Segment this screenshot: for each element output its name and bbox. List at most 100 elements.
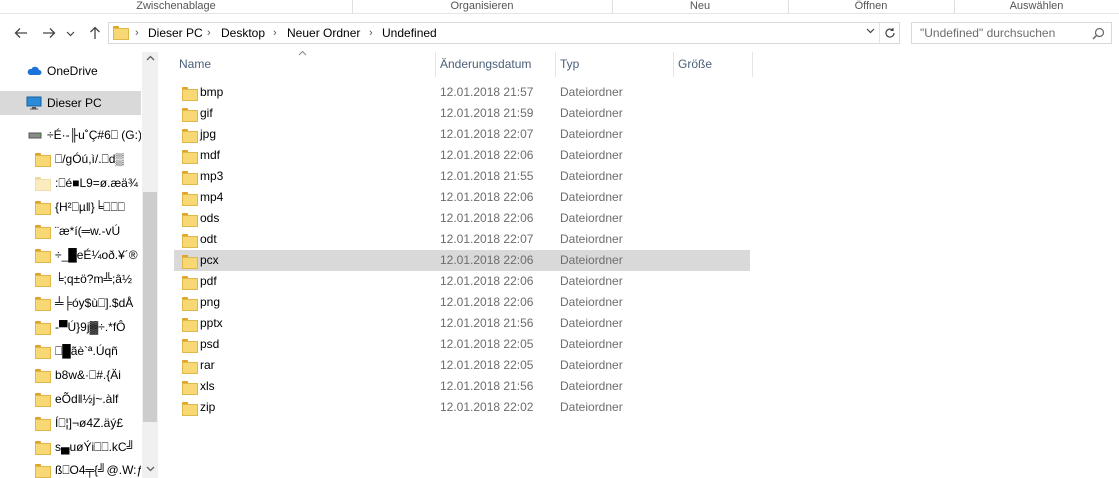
file-row[interactable]: zip 12.01.2018 22:02 Dateiordner [174, 397, 750, 418]
file-name: psd [200, 337, 220, 351]
breadcrumb-separator-icon[interactable]: › [135, 23, 139, 43]
folder-icon [35, 273, 51, 287]
folder-icon [182, 213, 198, 227]
file-row[interactable]: pdf 12.01.2018 22:06 Dateiordner [174, 271, 750, 292]
sidebar-item-folder[interactable]: ß⎕O4╤{╝@.W:ƒ [0, 458, 141, 478]
file-row[interactable]: png 12.01.2018 22:06 Dateiordner [174, 292, 750, 313]
back-button[interactable] [12, 24, 30, 42]
file-row[interactable]: rar 12.01.2018 22:05 Dateiordner [174, 355, 750, 376]
file-row[interactable]: gif 12.01.2018 21:59 Dateiordner [174, 103, 750, 124]
file-type: Dateiordner [560, 106, 623, 120]
folder-icon [182, 171, 198, 185]
sidebar-item-folder[interactable]: ÷_█eÉ¼oð.¥´® [0, 243, 141, 267]
file-date: 12.01.2018 22:05 [440, 337, 534, 351]
sidebar-item-drive-g[interactable]: ÷É·-╟u˚Ç#6⎕ (G:) [0, 123, 141, 147]
sidebar-item-folder[interactable]: -▀Ú}9j▓÷.*fÔ [0, 315, 141, 339]
sidebar-item-label: ß⎕O4╤{╝@.W:ƒ [55, 463, 141, 477]
folder-icon [35, 201, 51, 215]
sidebar-item-label: eÕd‖½j~.àlf [55, 392, 119, 406]
sidebar-item-folder[interactable]: Í⎕¦]¬ø4Z.äý£ [0, 411, 141, 435]
sidebar-item-label: -▀Ú}9j▓÷.*fÔ [55, 320, 126, 334]
folder-icon [182, 381, 198, 395]
breadcrumb-desktop[interactable]: Desktop [221, 23, 265, 43]
navigation-pane: OneDrive Dieser PC ÷É·-╟u˚Ç#6⎕ (G:) ⎕/gÓ… [0, 52, 158, 478]
breadcrumb-neuer-ordner[interactable]: Neuer Ordner [287, 23, 360, 43]
file-row[interactable]: mp4 12.01.2018 22:06 Dateiordner [174, 187, 750, 208]
sidebar-item-onedrive[interactable]: OneDrive [0, 59, 141, 83]
file-row[interactable]: mp3 12.01.2018 21:55 Dateiordner [174, 166, 750, 187]
sidebar-item-folder[interactable]: ⎕/gÓú,ì/.⎕d▒ [0, 147, 141, 171]
file-row[interactable]: jpg 12.01.2018 22:07 Dateiordner [174, 124, 750, 145]
arrow-left-icon [14, 28, 27, 38]
search-icon[interactable] [1092, 27, 1105, 40]
breadcrumb-dieser-pc[interactable]: Dieser PC [148, 23, 203, 43]
column-header-name[interactable]: Name [175, 52, 435, 77]
sidebar-scrollbar[interactable] [142, 52, 158, 478]
folder-icon [113, 26, 129, 40]
file-row[interactable]: pptx 12.01.2018 21:56 Dateiordner [174, 313, 750, 334]
folder-icon [182, 129, 198, 143]
sidebar-item-folder[interactable]: ¨æ*í(═w.-vÚ [0, 219, 141, 243]
file-type: Dateiordner [560, 253, 623, 267]
breadcrumb-separator-icon[interactable]: › [207, 23, 211, 43]
sidebar-item-folder[interactable]: ⎕█ãè`ª.Úqñ [0, 339, 141, 363]
drive-icon [28, 132, 42, 139]
forward-button[interactable] [40, 24, 58, 42]
sidebar-item-dieser-pc[interactable]: Dieser PC [0, 91, 141, 115]
navigation-bar: › Dieser PC › Desktop › Neuer Ordner › U… [0, 14, 1119, 52]
file-date: 12.01.2018 21:56 [440, 379, 534, 393]
sidebar-item-label: b8w&·⎕#.{Äi [55, 368, 121, 382]
sidebar-item-folder[interactable]: s▄uøÝi⎕⎕.kC╝ [0, 435, 141, 459]
sidebar-item-folder[interactable]: :⎕é■L9=ø.æä¾ [0, 171, 141, 195]
sidebar-item-folder[interactable]: {H²⎕µ‖}╘⎕⎕⎕ [0, 195, 141, 219]
breadcrumb-undefined[interactable]: Undefined [382, 23, 437, 43]
recent-locations-button[interactable] [64, 24, 76, 42]
sidebar-item-folder[interactable]: ╘;q±ö?m╩;â½ [0, 267, 141, 291]
scroll-thumb[interactable] [143, 192, 157, 422]
file-name: mdf [200, 148, 221, 162]
sidebar-item-label: s▄uøÝi⎕⎕.kC╝ [55, 440, 136, 454]
folder-icon [182, 192, 198, 206]
breadcrumb-separator-icon[interactable]: › [369, 23, 373, 43]
file-type: Dateiordner [560, 337, 623, 351]
file-row[interactable]: ods 12.01.2018 22:06 Dateiordner [174, 208, 750, 229]
sidebar-item-folder[interactable]: ╧╞óy$ù⎕].$dÅ [0, 291, 141, 315]
file-name: gif [200, 106, 213, 120]
sidebar-item-label: {H²⎕µ‖}╘⎕⎕⎕ [55, 200, 125, 214]
column-divider[interactable] [752, 52, 753, 77]
file-name: pcx [200, 253, 219, 267]
file-row[interactable]: bmp 12.01.2018 21:57 Dateiordner [174, 82, 750, 103]
address-history-dropdown[interactable] [863, 23, 877, 43]
refresh-button[interactable] [879, 23, 899, 43]
file-type: Dateiordner [560, 211, 623, 225]
sidebar-item-folder[interactable]: eÕd‖½j~.àlf [0, 387, 141, 411]
ribbon-group-clipboard: Zwischenablage [136, 0, 216, 12]
breadcrumb-separator-icon[interactable]: › [273, 23, 277, 43]
sidebar-item-label: ╧╞óy$ù⎕].$dÅ [55, 296, 134, 310]
up-button[interactable] [86, 24, 104, 42]
file-type: Dateiordner [560, 316, 623, 330]
sidebar-item-label: Í⎕¦]¬ø4Z.äý£ [55, 416, 124, 430]
sidebar-item-folder[interactable]: b8w&·⎕#.{Äi [0, 363, 141, 387]
file-date: 12.01.2018 21:56 [440, 316, 534, 330]
file-type: Dateiordner [560, 232, 623, 246]
search-box [911, 22, 1112, 44]
file-row[interactable]: psd 12.01.2018 22:05 Dateiordner [174, 334, 750, 355]
column-header-size[interactable]: Größe [674, 52, 752, 77]
folder-icon [35, 393, 51, 407]
file-row[interactable]: mdf 12.01.2018 22:06 Dateiordner [174, 145, 750, 166]
file-row[interactable]: xls 12.01.2018 21:56 Dateiordner [174, 376, 750, 397]
file-row[interactable]: odt 12.01.2018 22:07 Dateiordner [174, 229, 750, 250]
search-input[interactable] [912, 23, 1087, 43]
file-name: ods [200, 211, 220, 225]
sidebar-item-label: ÷_█eÉ¼oð.¥´® [55, 248, 138, 262]
monitor-icon [26, 96, 42, 110]
scroll-up-icon[interactable] [142, 52, 158, 68]
file-row-hovered[interactable]: pcx 12.01.2018 22:06 Dateiordner [174, 250, 750, 271]
column-header-type[interactable]: Typ [556, 52, 673, 77]
file-date: 12.01.2018 22:06 [440, 274, 534, 288]
scroll-down-icon[interactable] [142, 462, 158, 478]
address-bar[interactable]: › Dieser PC › Desktop › Neuer Ordner › U… [108, 22, 900, 44]
file-date: 12.01.2018 22:06 [440, 253, 534, 267]
column-header-date[interactable]: Änderungsdatum [436, 52, 556, 77]
